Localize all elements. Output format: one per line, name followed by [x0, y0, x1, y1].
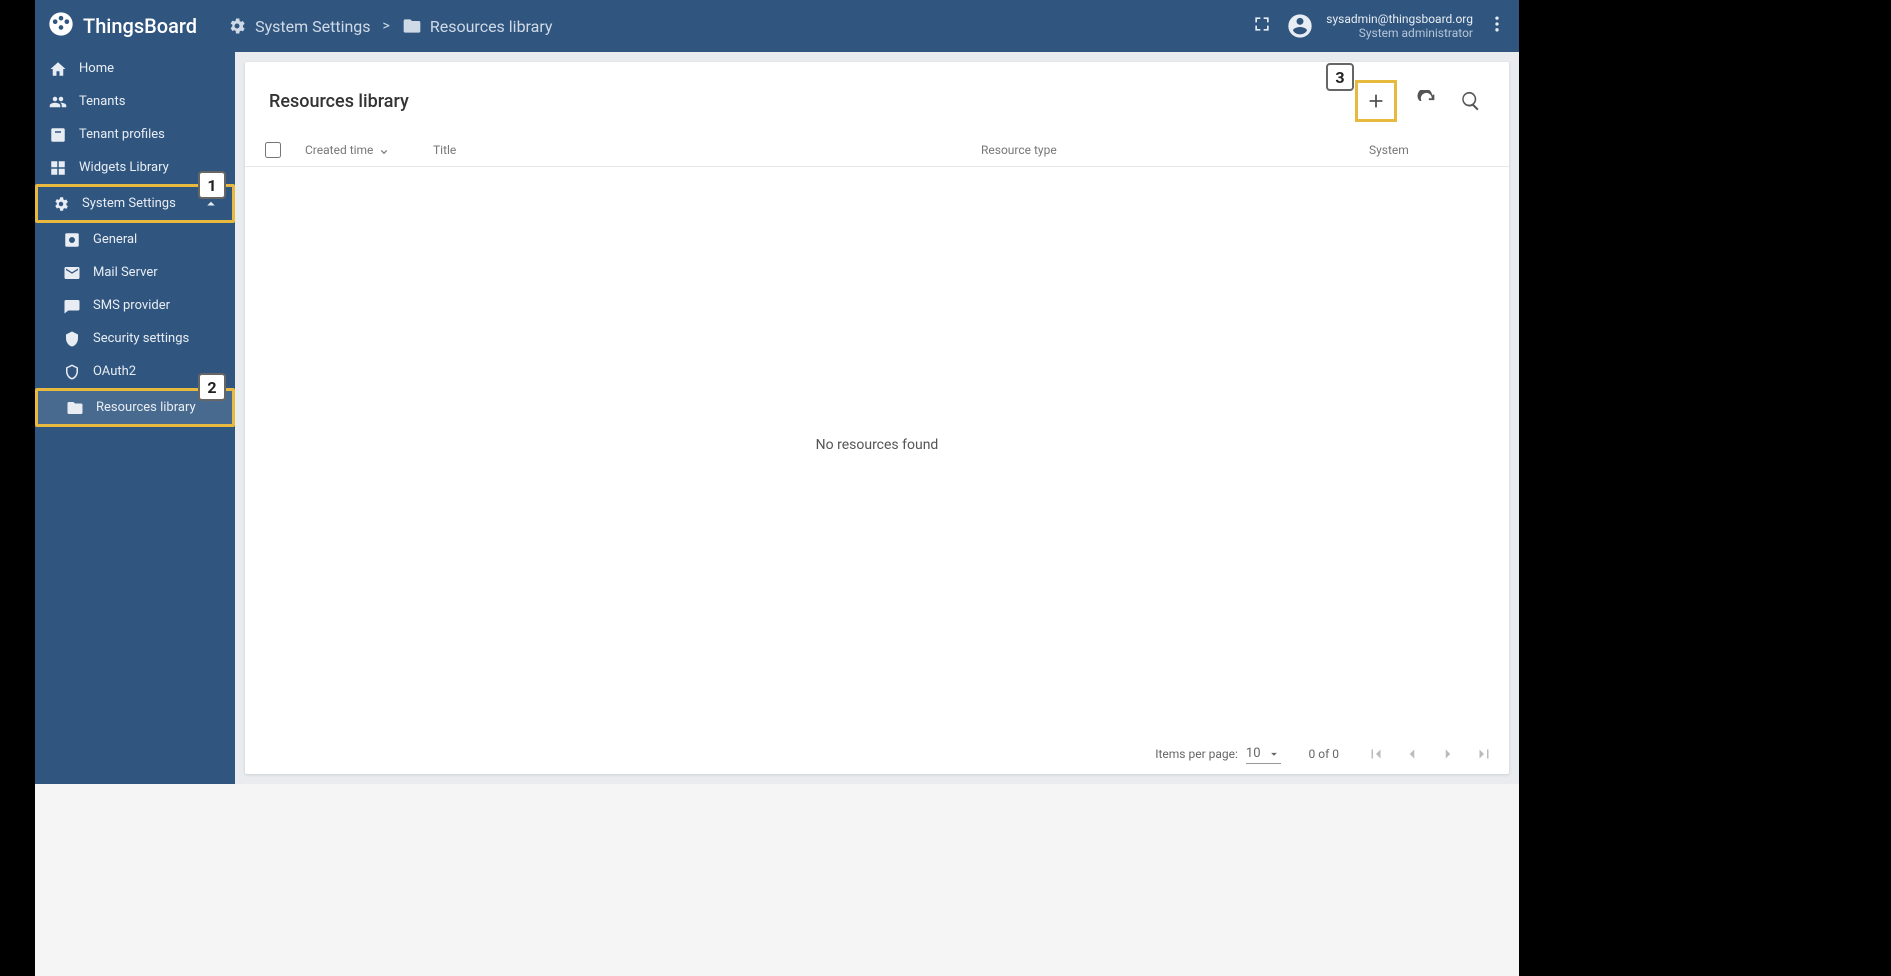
widgets-icon: [49, 159, 67, 177]
chevron-left-icon: [1403, 745, 1421, 763]
arrow-down-icon: [377, 143, 391, 157]
sidebar: Home Tenants Tenant profiles Widgets Lib…: [35, 52, 235, 784]
first-page-icon: [1367, 745, 1385, 763]
sidebar-item-label: Home: [79, 61, 114, 76]
mail-icon: [63, 264, 81, 282]
account-role: System administrator: [1326, 26, 1473, 40]
page-title: Resources library: [269, 91, 1355, 112]
column-created-time[interactable]: Created time: [305, 143, 433, 157]
app-header: ThingsBoard System Settings > Resources …: [35, 0, 1519, 52]
home-icon: [49, 60, 67, 78]
refresh-button[interactable]: [1413, 87, 1441, 115]
breadcrumb-item-label: Resources library: [430, 17, 553, 36]
column-label: System: [1369, 143, 1409, 157]
text-box-icon: [49, 126, 67, 144]
shield-outline-icon: [63, 363, 81, 381]
sidebar-item-label: System Settings: [82, 196, 176, 211]
more-vert-icon: [1487, 14, 1507, 34]
last-page-button[interactable]: [1475, 745, 1493, 763]
prev-page-button[interactable]: [1403, 745, 1421, 763]
fullscreen-icon: [1252, 14, 1272, 34]
first-page-button[interactable]: [1367, 745, 1385, 763]
column-resource-type[interactable]: Resource type: [981, 143, 1369, 157]
sidebar-item-label: Tenants: [79, 94, 125, 109]
items-per-page-value: 10: [1246, 746, 1261, 761]
brand-icon: [47, 10, 75, 43]
search-button[interactable]: [1457, 87, 1485, 115]
empty-state: No resources found: [245, 167, 1509, 734]
sidebar-item-label: Mail Server: [93, 265, 158, 280]
gear-icon: [52, 195, 70, 213]
account-email: sysadmin@thingsboard.org: [1326, 12, 1473, 26]
callout-badge-1: 1: [198, 171, 226, 199]
sidebar-item-mail[interactable]: Mail Server: [35, 256, 235, 289]
breadcrumb-resources-library[interactable]: Resources library: [402, 16, 553, 36]
last-page-icon: [1475, 745, 1493, 763]
gear-icon: [227, 16, 247, 36]
account-menu[interactable]: sysadmin@thingsboard.org System administ…: [1286, 12, 1473, 40]
refresh-icon: [1416, 90, 1438, 112]
plus-icon: [1365, 90, 1387, 112]
sidebar-item-home[interactable]: Home: [35, 52, 235, 85]
table-header: Created time Title Resource type System: [245, 134, 1509, 167]
breadcrumb-system-settings[interactable]: System Settings: [227, 16, 370, 36]
page-range: 0 of 0: [1309, 747, 1339, 761]
sms-icon: [63, 297, 81, 315]
shield-icon: [63, 330, 81, 348]
fullscreen-button[interactable]: [1252, 14, 1272, 38]
sidebar-item-label: Tenant profiles: [79, 127, 165, 142]
brand-logo[interactable]: ThingsBoard: [47, 10, 197, 43]
account-info: sysadmin@thingsboard.org System administ…: [1326, 12, 1473, 40]
column-label: Created time: [305, 143, 373, 157]
callout-badge-2: 2: [198, 373, 226, 401]
sidebar-item-label: Resources library: [96, 400, 196, 415]
column-label: Title: [433, 143, 456, 157]
resources-card: Resources library 3: [245, 62, 1509, 774]
breadcrumb-separator: >: [383, 18, 390, 34]
next-page-button[interactable]: [1439, 745, 1457, 763]
people-icon: [49, 93, 67, 111]
items-per-page-select[interactable]: 10: [1246, 744, 1281, 764]
sidebar-item-general[interactable]: General: [35, 223, 235, 256]
account-icon: [1286, 12, 1314, 40]
sidebar-item-label: Widgets Library: [79, 160, 169, 175]
more-menu-button[interactable]: [1487, 14, 1507, 38]
callout-badge-3: 3: [1326, 63, 1354, 91]
main-content: Resources library 3: [235, 52, 1519, 784]
chevron-right-icon: [1439, 745, 1457, 763]
sidebar-item-tenants[interactable]: Tenants: [35, 85, 235, 118]
settings-applications-icon: [63, 231, 81, 249]
chevron-down-icon: [1267, 747, 1281, 761]
sidebar-item-label: Security settings: [93, 331, 189, 346]
sidebar-item-label: OAuth2: [93, 364, 136, 379]
empty-message: No resources found: [816, 437, 939, 453]
folder-icon: [66, 399, 84, 417]
breadcrumb-item-label: System Settings: [255, 17, 370, 36]
sidebar-item-tenant-profiles[interactable]: Tenant profiles: [35, 118, 235, 151]
paginator: Items per page: 10 0 of 0: [245, 734, 1509, 774]
search-icon: [1460, 90, 1482, 112]
column-system[interactable]: System: [1369, 143, 1489, 157]
add-resource-button[interactable]: [1362, 87, 1390, 115]
breadcrumb: System Settings > Resources library: [227, 16, 552, 36]
sidebar-item-sms[interactable]: SMS provider: [35, 289, 235, 322]
brand-name: ThingsBoard: [83, 14, 197, 38]
sidebar-item-label: General: [93, 232, 137, 247]
column-label: Resource type: [981, 143, 1057, 157]
sidebar-item-label: SMS provider: [93, 298, 170, 313]
folder-icon: [402, 16, 422, 36]
sidebar-item-security[interactable]: Security settings: [35, 322, 235, 355]
select-all-checkbox[interactable]: [265, 142, 281, 158]
column-title[interactable]: Title: [433, 143, 981, 157]
items-per-page-label: Items per page:: [1155, 747, 1238, 761]
